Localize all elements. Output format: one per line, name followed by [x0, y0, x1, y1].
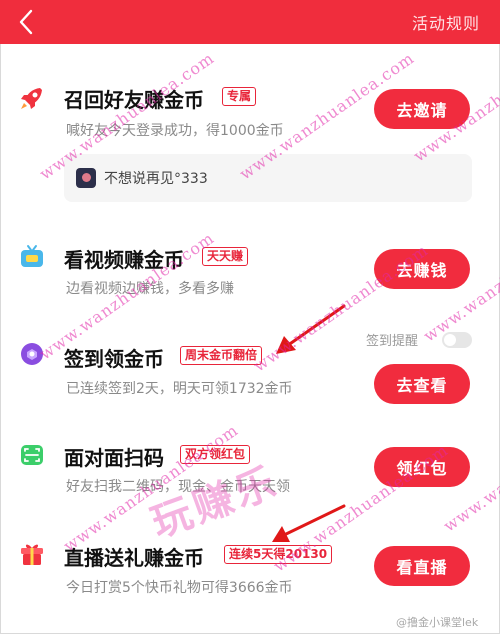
checkin-reminder-toggle[interactable] [442, 332, 472, 348]
scan-icon [18, 441, 46, 469]
annotation-arrow [276, 304, 346, 354]
gift-icon [18, 540, 46, 568]
invite-button[interactable]: 去邀请 [374, 89, 470, 129]
task-desc: 边看视频边赚钱，多看多赚 [66, 281, 234, 297]
top-bar: 活动规则 [0, 0, 500, 44]
task-desc: 好友扫我二维码，现金、金币天天领 [66, 479, 290, 495]
avatar [76, 168, 96, 188]
task-title: 面对面扫码 [64, 446, 164, 470]
task-tag: 专属 [222, 87, 257, 106]
task-tag: 连续5天得20130 [224, 545, 333, 564]
checkin-icon [18, 340, 46, 368]
task-tag: 天天赚 [202, 247, 249, 266]
task-desc: 喊好友今天登录成功，得1000金币 [66, 123, 284, 139]
footer-watermark: @撸金小课堂lek [396, 616, 479, 629]
task-desc: 今日打赏5个快币礼物可得3666金币 [66, 580, 293, 596]
tv-icon [18, 243, 46, 271]
task-title: 看视频赚金币 [64, 248, 184, 272]
earn-button[interactable]: 去赚钱 [374, 249, 470, 289]
task-desc: 已连续签到2天，明天可领1732金币 [66, 381, 293, 397]
rocket-icon [18, 84, 46, 112]
view-button[interactable]: 去查看 [374, 364, 470, 404]
rules-link[interactable]: 活动规则 [412, 10, 480, 34]
task-tag: 双方领红包 [180, 445, 251, 464]
friend-card[interactable]: 不想说再见°333 [64, 154, 472, 202]
task-title: 直播送礼赚金币 [64, 546, 204, 570]
annotation-arrow [272, 504, 346, 542]
friend-name: 不想说再见°333 [104, 171, 208, 187]
task-title: 签到领金币 [64, 347, 164, 371]
task-tag: 周末金币翻倍 [180, 346, 263, 365]
chevron-left-icon[interactable] [10, 6, 42, 38]
watch-live-button[interactable]: 看直播 [374, 546, 470, 586]
task-title: 召回好友赚金币 [64, 88, 204, 112]
checkin-reminder-label: 签到提醒 [366, 334, 419, 349]
red-packet-button[interactable]: 领红包 [374, 447, 470, 487]
